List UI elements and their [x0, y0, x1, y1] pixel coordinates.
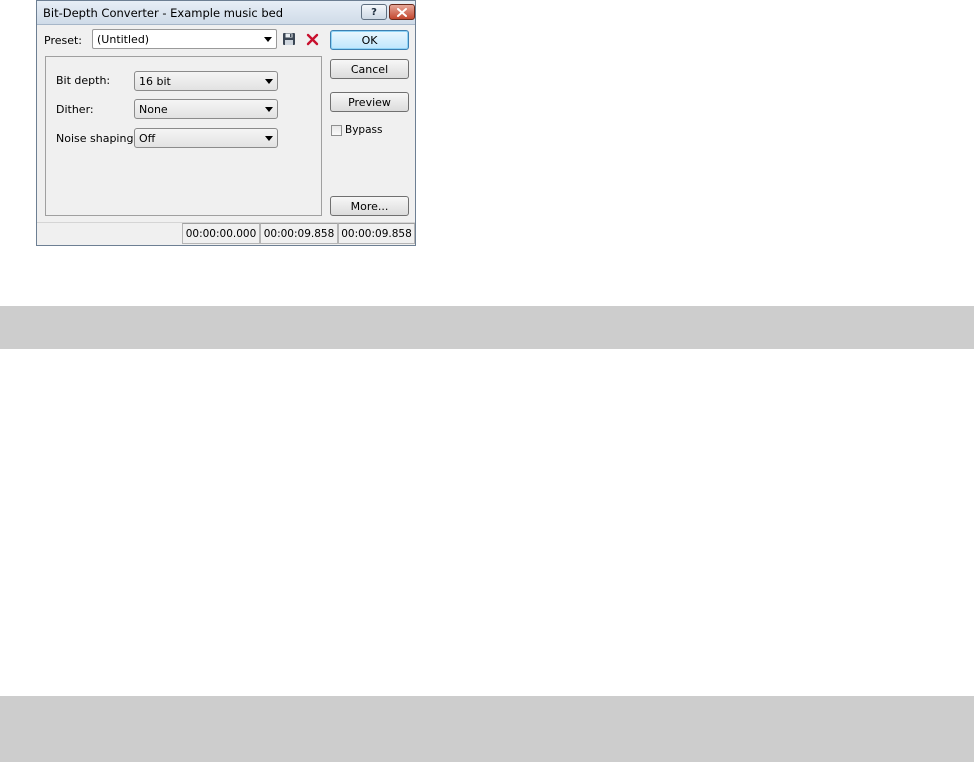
status-start-time: 00:00:00.000 — [182, 223, 260, 244]
more-button[interactable]: More... — [330, 196, 409, 216]
bypass-label[interactable]: Bypass — [345, 124, 382, 136]
dither-label: Dither: — [56, 103, 94, 116]
floppy-disk-icon — [283, 33, 295, 45]
help-icon: ? — [371, 6, 377, 18]
dither-value: None — [139, 103, 168, 116]
preview-button[interactable]: Preview — [330, 92, 409, 112]
dither-dropdown[interactable]: None — [134, 99, 278, 119]
chevron-down-icon — [264, 37, 272, 42]
chevron-down-icon — [265, 79, 273, 84]
save-preset-button[interactable] — [281, 31, 297, 47]
preset-label: Preset: — [44, 34, 83, 47]
delete-x-icon — [306, 33, 318, 45]
delete-preset-button[interactable] — [304, 31, 320, 47]
status-length: 00:00:09.858 — [338, 223, 415, 244]
window-title: Bit-Depth Converter - Example music bed — [43, 6, 284, 20]
title-bar[interactable]: Bit-Depth Converter - Example music bed … — [37, 1, 415, 25]
noise-shaping-value: Off — [139, 132, 156, 145]
bypass-checkbox[interactable] — [331, 125, 342, 136]
bit-depth-label: Bit depth: — [56, 74, 111, 87]
close-button[interactable] — [389, 4, 415, 20]
settings-panel: Bit depth: 16 bit Dither: None Noise sha… — [45, 56, 322, 216]
cancel-button[interactable]: Cancel — [330, 59, 409, 79]
noise-shaping-dropdown[interactable]: Off — [134, 128, 278, 148]
help-button[interactable]: ? — [361, 4, 387, 20]
close-icon — [397, 7, 407, 17]
gray-band-top — [0, 306, 974, 349]
noise-shaping-label: Noise shaping: — [56, 132, 138, 145]
chevron-down-icon — [265, 136, 273, 141]
chevron-down-icon — [265, 107, 273, 112]
bit-depth-value: 16 bit — [139, 75, 171, 88]
bit-depth-converter-dialog: Bit-Depth Converter - Example music bed … — [36, 0, 416, 246]
bit-depth-dropdown[interactable]: 16 bit — [134, 71, 278, 91]
status-end-time: 00:00:09.858 — [260, 223, 338, 244]
gray-band-bottom — [0, 696, 974, 762]
preset-dropdown[interactable]: (Untitled) — [92, 29, 277, 49]
preset-value: (Untitled) — [97, 33, 150, 46]
ok-button[interactable]: OK — [330, 30, 409, 50]
